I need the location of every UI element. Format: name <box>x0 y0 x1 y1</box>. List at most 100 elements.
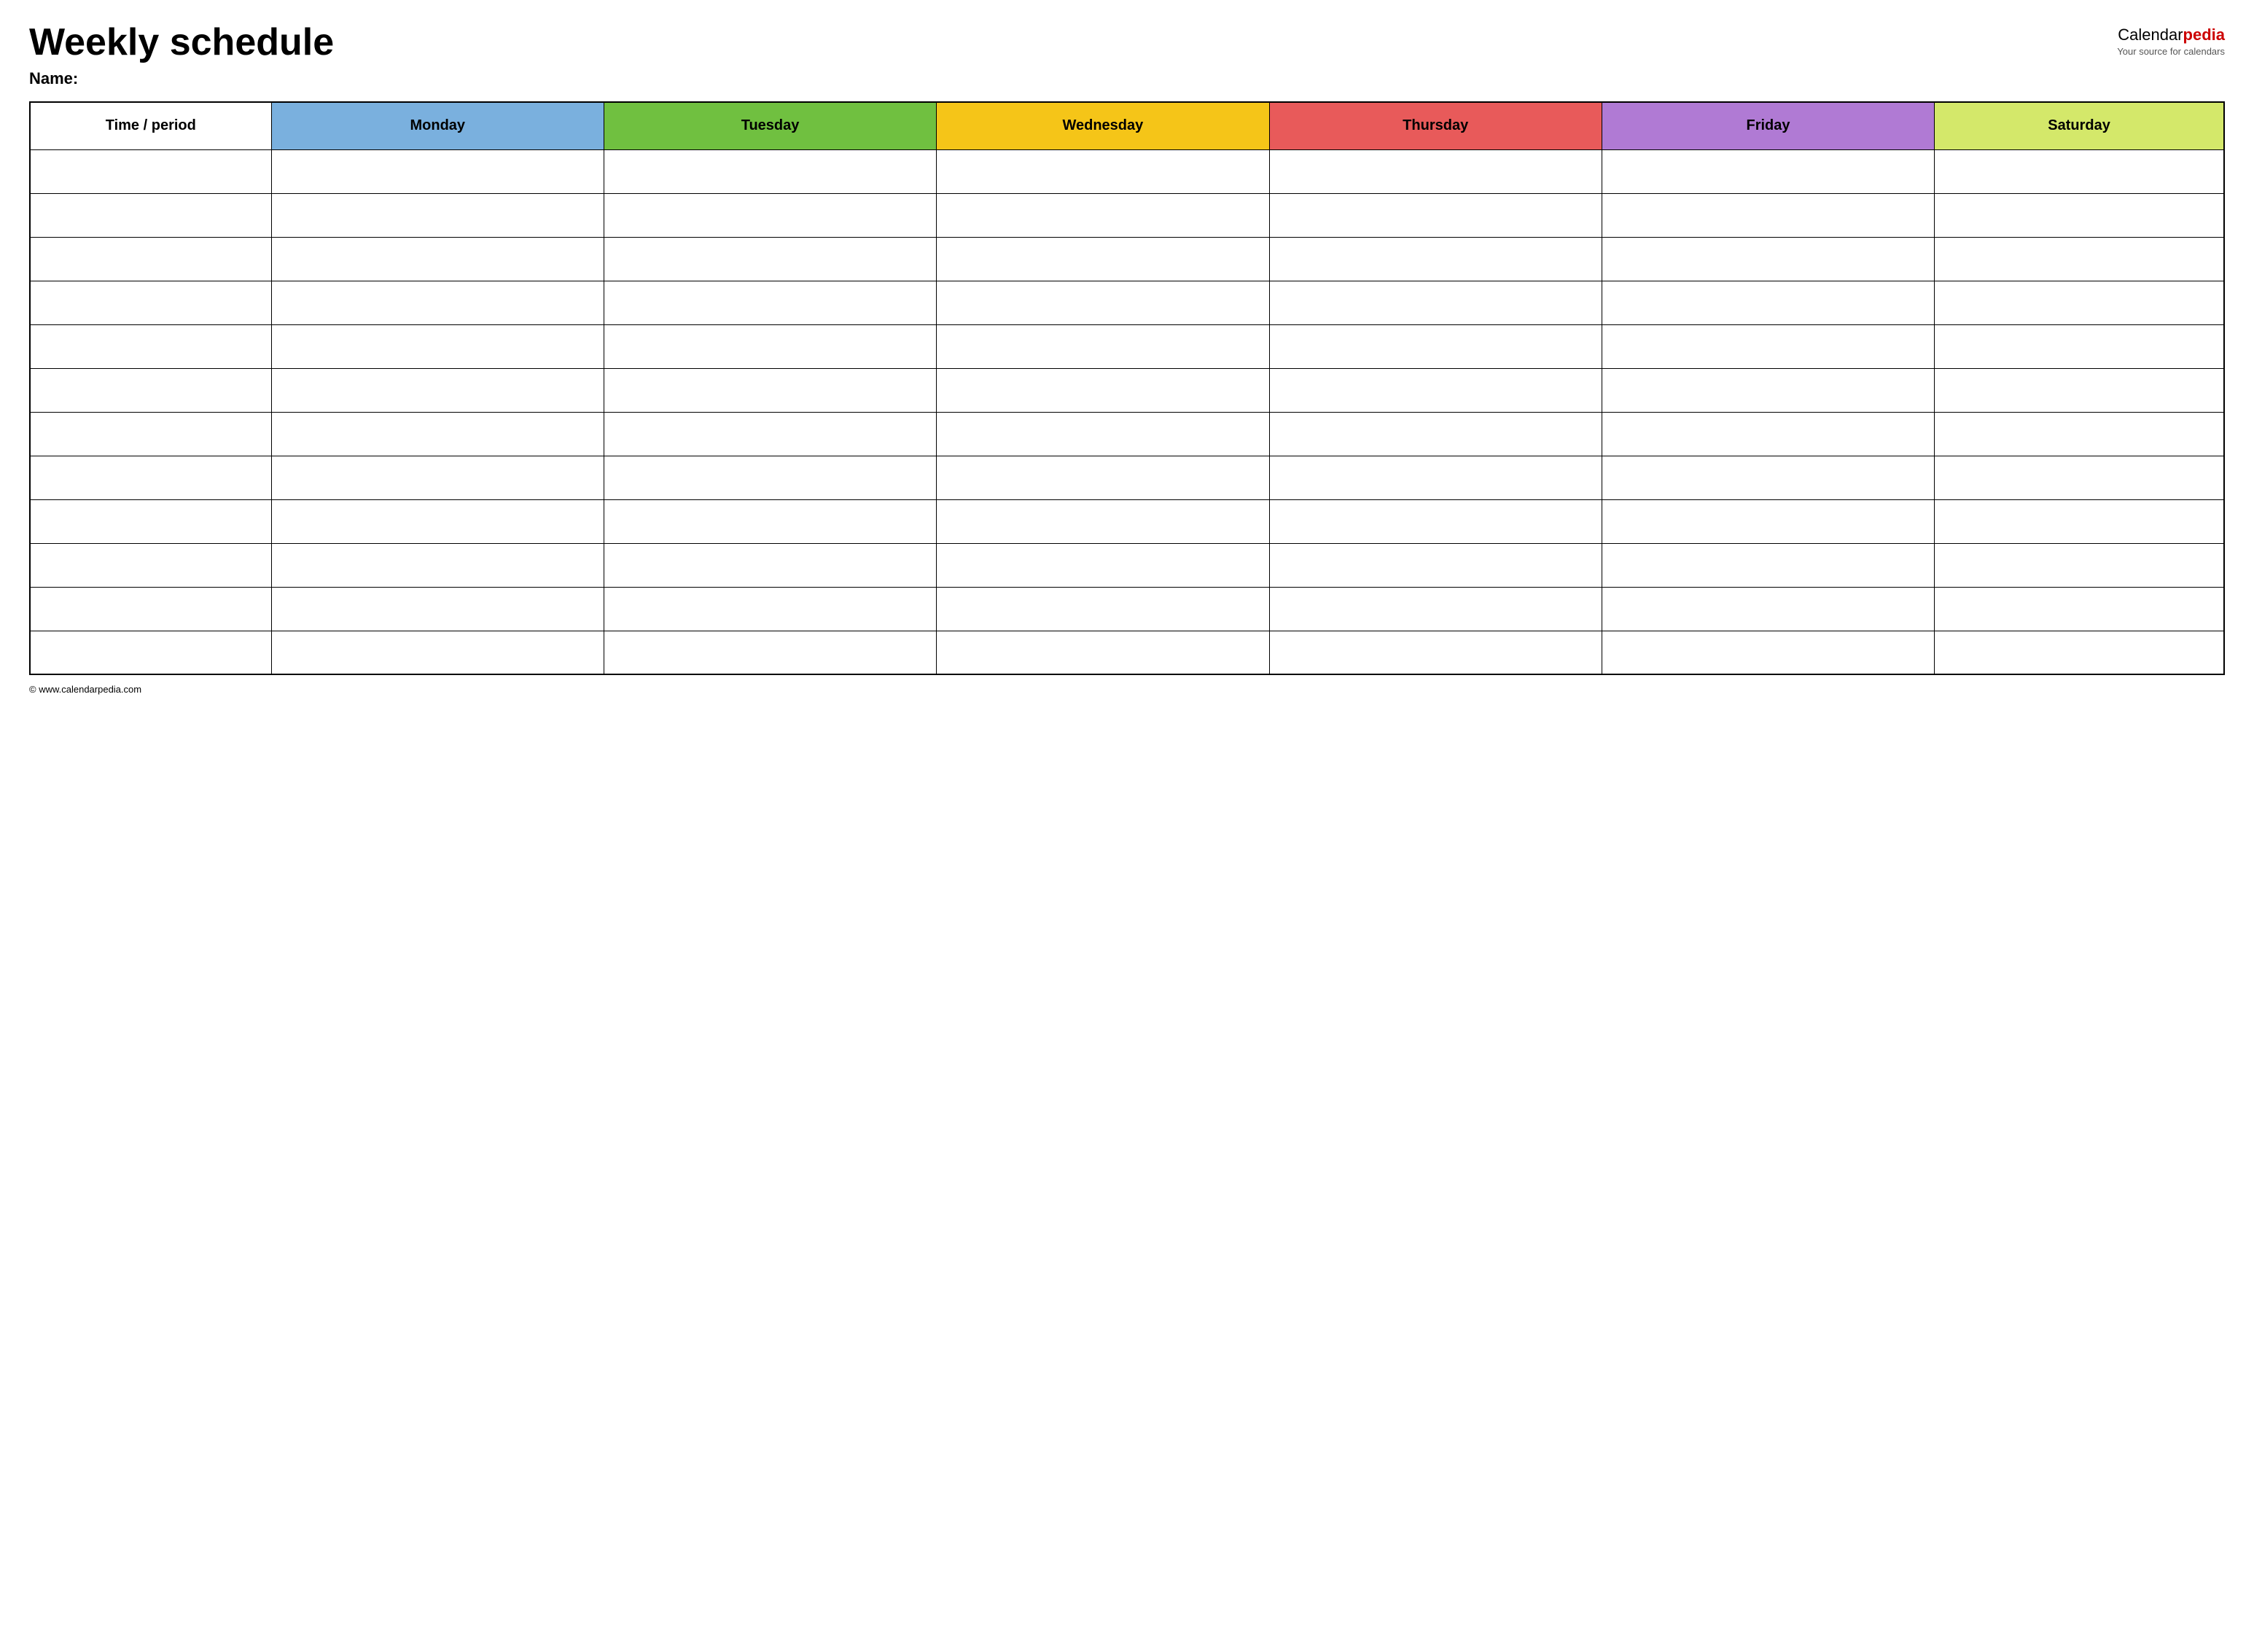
table-cell[interactable] <box>604 368 936 412</box>
table-cell[interactable] <box>271 587 604 631</box>
table-cell[interactable] <box>1269 193 1602 237</box>
table-row <box>30 193 2224 237</box>
table-cell[interactable] <box>30 149 271 193</box>
table-cell[interactable] <box>30 587 271 631</box>
table-cell[interactable] <box>1602 456 1934 499</box>
table-cell[interactable] <box>1602 237 1934 281</box>
table-cell[interactable] <box>937 543 1269 587</box>
table-cell[interactable] <box>1602 368 1934 412</box>
table-cell[interactable] <box>937 149 1269 193</box>
col-header-saturday: Saturday <box>1935 102 2224 149</box>
table-cell[interactable] <box>937 193 1269 237</box>
header-row: Time / period Monday Tuesday Wednesday T… <box>30 102 2224 149</box>
table-cell[interactable] <box>604 281 936 324</box>
table-cell[interactable] <box>1935 324 2224 368</box>
table-cell[interactable] <box>1935 237 2224 281</box>
table-cell[interactable] <box>1602 193 1934 237</box>
table-cell[interactable] <box>1935 149 2224 193</box>
table-cell[interactable] <box>271 193 604 237</box>
table-cell[interactable] <box>604 587 936 631</box>
table-cell[interactable] <box>937 456 1269 499</box>
table-cell[interactable] <box>271 631 604 674</box>
table-cell[interactable] <box>937 412 1269 456</box>
title-section: Weekly schedule Name: <box>29 22 334 88</box>
table-cell[interactable] <box>30 324 271 368</box>
table-cell[interactable] <box>1269 281 1602 324</box>
table-cell[interactable] <box>1935 499 2224 543</box>
table-cell[interactable] <box>604 324 936 368</box>
table-row <box>30 543 2224 587</box>
table-cell[interactable] <box>30 281 271 324</box>
table-row <box>30 149 2224 193</box>
logo-section: Calendarpedia Your source for calendars <box>2117 26 2225 57</box>
schedule-body <box>30 149 2224 674</box>
table-cell[interactable] <box>1602 281 1934 324</box>
table-cell[interactable] <box>1935 281 2224 324</box>
table-cell[interactable] <box>30 368 271 412</box>
table-cell[interactable] <box>937 631 1269 674</box>
table-cell[interactable] <box>271 368 604 412</box>
table-cell[interactable] <box>937 587 1269 631</box>
table-cell[interactable] <box>1269 237 1602 281</box>
table-cell[interactable] <box>1269 631 1602 674</box>
table-cell[interactable] <box>1935 412 2224 456</box>
table-cell[interactable] <box>1602 149 1934 193</box>
table-cell[interactable] <box>1269 499 1602 543</box>
footer-url: © www.calendarpedia.com <box>29 684 141 695</box>
table-row <box>30 499 2224 543</box>
table-cell[interactable] <box>604 456 936 499</box>
table-cell[interactable] <box>1602 587 1934 631</box>
table-cell[interactable] <box>1269 368 1602 412</box>
table-cell[interactable] <box>1935 543 2224 587</box>
table-cell[interactable] <box>937 499 1269 543</box>
table-cell[interactable] <box>937 281 1269 324</box>
table-cell[interactable] <box>271 456 604 499</box>
header-area: Weekly schedule Name: Calendarpedia Your… <box>29 22 2225 88</box>
table-cell[interactable] <box>604 543 936 587</box>
table-cell[interactable] <box>604 237 936 281</box>
table-cell[interactable] <box>604 499 936 543</box>
table-cell[interactable] <box>1269 456 1602 499</box>
table-cell[interactable] <box>30 237 271 281</box>
table-row <box>30 412 2224 456</box>
logo-calendar-part: Calendar <box>2118 26 2183 44</box>
table-cell[interactable] <box>1935 587 2224 631</box>
table-cell[interactable] <box>1269 412 1602 456</box>
table-cell[interactable] <box>1269 587 1602 631</box>
table-cell[interactable] <box>604 412 936 456</box>
table-cell[interactable] <box>1935 193 2224 237</box>
table-cell[interactable] <box>1269 149 1602 193</box>
table-cell[interactable] <box>30 631 271 674</box>
table-cell[interactable] <box>271 412 604 456</box>
table-cell[interactable] <box>1602 324 1934 368</box>
table-cell[interactable] <box>1602 499 1934 543</box>
table-cell[interactable] <box>271 237 604 281</box>
table-cell[interactable] <box>1269 543 1602 587</box>
table-cell[interactable] <box>937 237 1269 281</box>
table-cell[interactable] <box>271 324 604 368</box>
table-cell[interactable] <box>604 149 936 193</box>
table-cell[interactable] <box>271 543 604 587</box>
table-cell[interactable] <box>30 193 271 237</box>
table-cell[interactable] <box>1935 368 2224 412</box>
table-cell[interactable] <box>1602 543 1934 587</box>
table-cell[interactable] <box>1935 456 2224 499</box>
table-cell[interactable] <box>271 281 604 324</box>
table-cell[interactable] <box>604 193 936 237</box>
table-cell[interactable] <box>1269 324 1602 368</box>
table-cell[interactable] <box>937 324 1269 368</box>
table-header: Time / period Monday Tuesday Wednesday T… <box>30 102 2224 149</box>
table-cell[interactable] <box>1602 631 1934 674</box>
table-cell[interactable] <box>30 456 271 499</box>
table-cell[interactable] <box>271 149 604 193</box>
logo-pedia-part: pedia <box>2183 26 2225 44</box>
table-cell[interactable] <box>1935 631 2224 674</box>
table-cell[interactable] <box>937 368 1269 412</box>
table-cell[interactable] <box>30 499 271 543</box>
table-cell[interactable] <box>1602 412 1934 456</box>
table-cell[interactable] <box>30 543 271 587</box>
table-cell[interactable] <box>30 412 271 456</box>
table-cell[interactable] <box>604 631 936 674</box>
name-label: Name: <box>29 69 334 88</box>
table-cell[interactable] <box>271 499 604 543</box>
